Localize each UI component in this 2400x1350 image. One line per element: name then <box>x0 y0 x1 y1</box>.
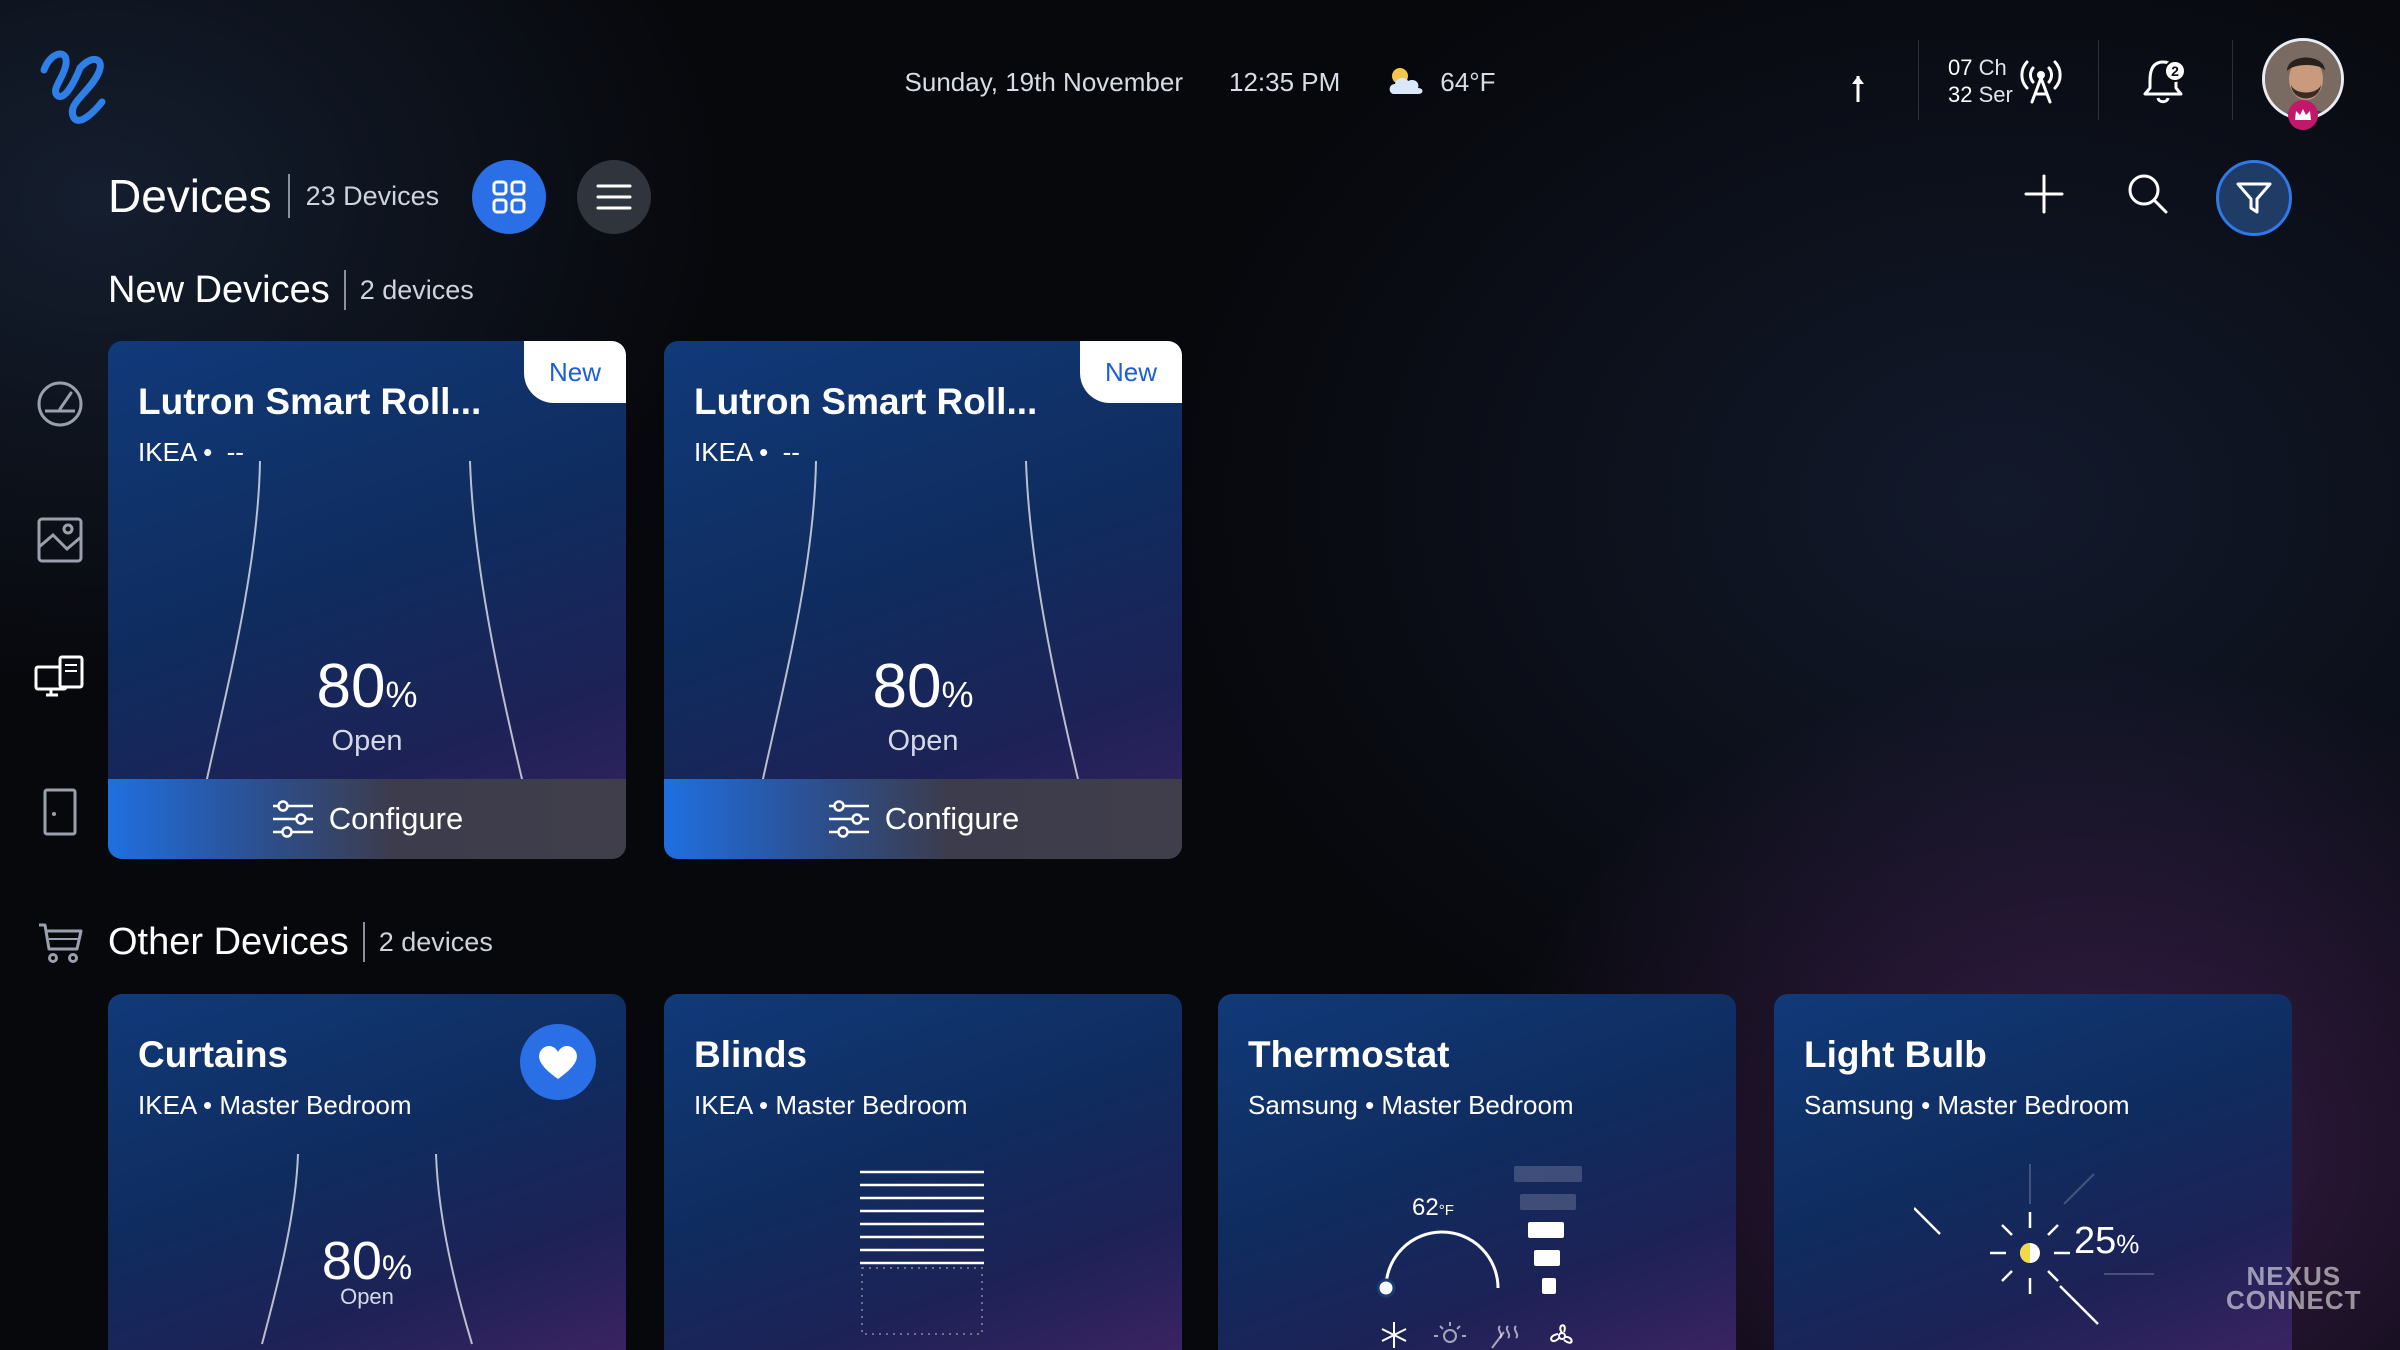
door-icon <box>43 788 77 836</box>
image-icon <box>37 517 83 563</box>
new-badge: New <box>1080 341 1182 403</box>
grid-view-icon <box>492 180 526 214</box>
notification-badge: 2 <box>2164 60 2186 82</box>
favorite-button[interactable] <box>520 1024 596 1100</box>
list-view-button[interactable] <box>577 160 651 234</box>
brand-watermark: NEXUS CONNECT <box>2226 1261 2362 1315</box>
new-badge: New <box>524 341 626 403</box>
divider <box>343 270 346 310</box>
device-count: 23 Devices <box>305 180 440 211</box>
thermostat-dial <box>1376 1230 1500 1298</box>
device-subtitle: Samsung • Master Bedroom <box>1248 1090 1574 1120</box>
divider <box>2232 40 2233 120</box>
sidebar-item-doors[interactable] <box>34 786 86 838</box>
device-card-thermostat[interactable]: Thermostat Samsung • Master Bedroom 62°F <box>1218 994 1736 1350</box>
section-title: Other Devices <box>108 920 349 963</box>
configure-button[interactable]: Configure <box>108 779 626 859</box>
divider <box>2098 40 2099 120</box>
antenna-icon[interactable] <box>2018 56 2064 106</box>
search-icon <box>2128 174 2168 214</box>
divider <box>287 174 290 218</box>
section-count: 2 devices <box>378 926 493 957</box>
brightness-level: 25% <box>2074 1220 2140 1262</box>
device-card[interactable]: Lutron Smart Roll... IKEA • -- New 80% O… <box>108 341 626 859</box>
device-name: Lutron Smart Roll... <box>138 381 482 422</box>
weather-temperature: 64°F <box>1440 66 1496 97</box>
gauge-icon <box>37 381 83 427</box>
crown-icon <box>2288 100 2318 130</box>
list-view-icon <box>596 184 632 210</box>
section-count: 2 devices <box>359 274 474 305</box>
filter-icon <box>2236 182 2272 214</box>
device-subtitle: IKEA • -- <box>138 437 244 467</box>
heat-icon[interactable] <box>1486 1320 1526 1350</box>
device-name: Lutron Smart Roll... <box>694 381 1038 422</box>
snowflake-icon[interactable] <box>1374 1320 1414 1350</box>
device-card-light-bulb[interactable]: Light Bulb Samsung • Master Bedroom 25% <box>1774 994 2292 1350</box>
heart-icon <box>539 1046 577 1079</box>
fan-icon[interactable] <box>1542 1320 1582 1350</box>
device-card[interactable]: Lutron Smart Roll... IKEA • -- New 80% O… <box>664 341 1182 859</box>
page-title: Devices <box>108 170 272 222</box>
current-time: 12:35 PM <box>1228 66 1341 97</box>
device-subtitle: IKEA • Master Bedroom <box>694 1090 968 1120</box>
cart-icon <box>39 923 83 963</box>
open-state: Open <box>331 725 403 757</box>
device-name: Blinds <box>694 1034 808 1075</box>
sidebar-item-dashboard[interactable] <box>34 378 86 430</box>
configure-label: Configure <box>328 801 464 836</box>
device-subtitle: Samsung • Master Bedroom <box>1804 1090 2130 1120</box>
device-card-blinds[interactable]: Blinds IKEA • Master Bedroom <box>664 994 1182 1350</box>
new-devices-header: New Devices 2 devices <box>108 266 474 314</box>
device-card-curtains[interactable]: Curtains IKEA • Master Bedroom 80% Open <box>108 994 626 1350</box>
arrow-up-icon <box>1848 72 1868 106</box>
device-subtitle: IKEA • Master Bedroom <box>138 1090 412 1120</box>
device-name: Thermostat <box>1248 1034 1450 1075</box>
device-name: Curtains <box>138 1034 289 1075</box>
plus-icon <box>2024 174 2064 214</box>
sliders-icon <box>828 800 869 838</box>
page-header: Devices 23 Devices <box>108 168 439 224</box>
weather-cloud-icon <box>1389 68 1423 94</box>
open-state: Open <box>340 1284 394 1309</box>
thermostat-level-bars <box>1514 1166 1582 1294</box>
open-percentage: 80% <box>872 652 974 721</box>
sidebar-item-devices[interactable] <box>34 650 86 702</box>
section-title: New Devices <box>108 268 330 311</box>
other-devices-header: Other Devices 2 devices <box>108 918 493 966</box>
configure-label: Configure <box>884 801 1020 836</box>
open-percentage: 80% <box>321 1231 413 1291</box>
sliders-icon <box>272 800 313 838</box>
channel-info[interactable]: 07 Ch 32 Ser <box>1948 54 2013 108</box>
grid-view-button[interactable] <box>472 160 546 234</box>
sun-icon[interactable] <box>1430 1320 1470 1350</box>
open-state: Open <box>887 725 959 757</box>
filter-button[interactable] <box>2216 160 2292 236</box>
sidebar-item-shop[interactable] <box>34 916 86 968</box>
blinds-illustration <box>860 1170 984 1335</box>
thermostat-setpoint: 62°F <box>1412 1194 1454 1221</box>
add-device-button[interactable] <box>2020 170 2068 218</box>
open-percentage: 80% <box>316 652 418 721</box>
sidebar-item-rooms[interactable] <box>34 514 86 566</box>
devices-icon <box>34 655 84 697</box>
configure-button[interactable]: Configure <box>664 779 1182 859</box>
divider <box>1918 40 1919 120</box>
search-button[interactable] <box>2124 170 2172 218</box>
divider <box>362 922 365 962</box>
weather: 64°F <box>1386 66 1495 98</box>
device-name: Light Bulb <box>1804 1034 1987 1075</box>
device-subtitle: IKEA • -- <box>694 437 800 467</box>
current-date: Sunday, 19th November <box>904 66 1183 97</box>
